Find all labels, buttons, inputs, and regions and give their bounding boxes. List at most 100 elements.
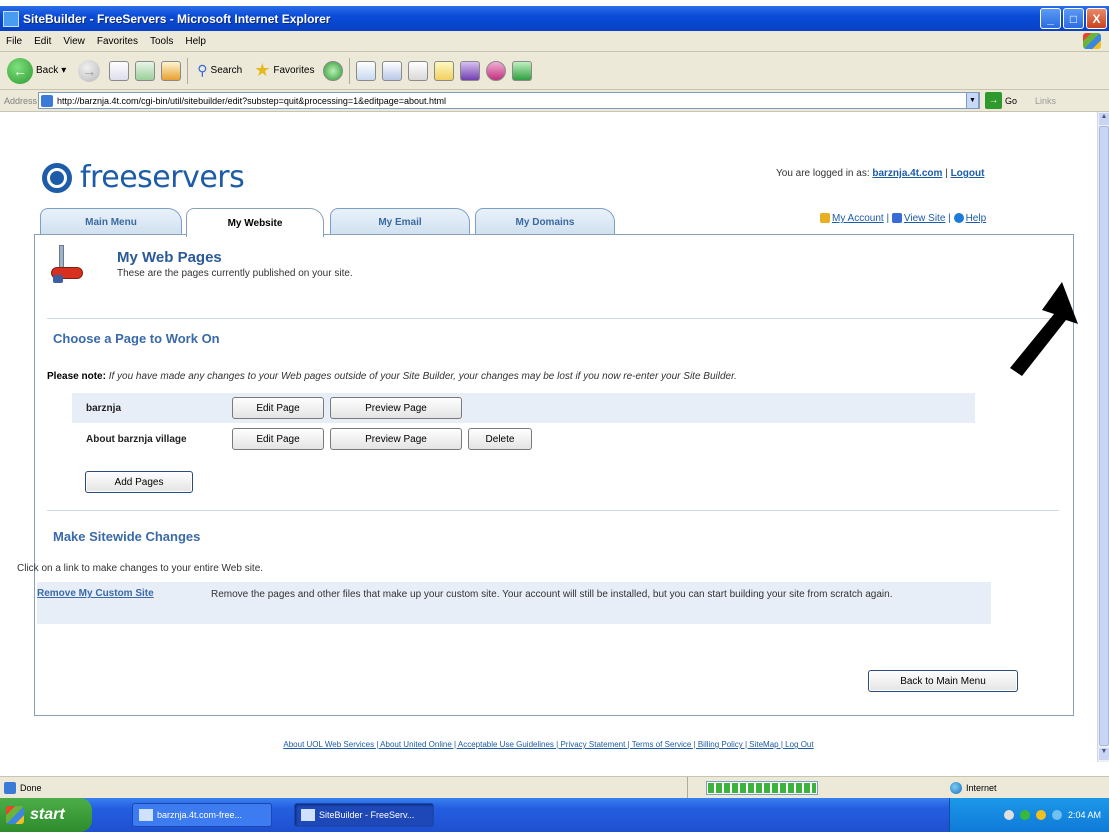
edit-page-button[interactable]: Edit Page <box>232 397 324 419</box>
menu-edit[interactable]: Edit <box>34 36 51 47</box>
search-label: Search <box>210 65 243 76</box>
account-link[interactable]: barznja.4t.com <box>872 168 942 179</box>
url-text: http://barznja.4t.com/cgi-bin/util/siteb… <box>57 95 446 106</box>
toolbar-app-icon[interactable] <box>486 60 507 81</box>
ie-icon <box>301 809 315 821</box>
delete-button[interactable]: Delete <box>468 428 532 450</box>
refresh-icon[interactable] <box>135 60 156 81</box>
note-text: Please note: If you have made any change… <box>47 371 737 382</box>
tray-icon[interactable] <box>1003 810 1014 820</box>
minimize-button[interactable]: _ <box>1040 8 1061 29</box>
menu-view[interactable]: View <box>63 36 85 47</box>
edit-page-button[interactable]: Edit Page <box>232 428 324 450</box>
content-panel: My Web Pages These are the pages current… <box>34 234 1074 716</box>
back-arrow-icon: ← <box>7 57 33 84</box>
security-zone: Internet <box>950 781 997 794</box>
sitewide-description: Click on a link to make changes to your … <box>17 563 264 574</box>
progress-bar <box>706 780 818 795</box>
preview-page-button[interactable]: Preview Page <box>330 428 462 450</box>
forward-arrow-icon: → <box>78 59 101 82</box>
history-icon[interactable] <box>323 60 344 81</box>
note-body: If you have made any changes to your Web… <box>105 371 737 382</box>
separator: | <box>886 213 890 224</box>
edit-icon[interactable] <box>408 60 429 81</box>
menu-tools[interactable]: Tools <box>150 36 173 47</box>
stop-icon[interactable] <box>109 60 130 81</box>
view-site-link[interactable]: View Site <box>904 213 946 224</box>
tray-icon[interactable] <box>1051 810 1062 820</box>
menu-file[interactable]: File <box>6 36 22 47</box>
add-pages-button[interactable]: Add Pages <box>85 471 193 493</box>
taskbar-item[interactable]: barznja.4t.com-free... <box>132 803 272 827</box>
toolbar-separator <box>187 57 189 84</box>
page-viewport: freeservers You are logged in as: barznj… <box>0 112 1097 762</box>
globe-icon <box>950 781 962 794</box>
preview-page-button[interactable]: Preview Page <box>330 397 462 419</box>
remove-site-row: Remove My Custom Site Remove the pages a… <box>37 582 991 624</box>
start-button[interactable]: start <box>0 798 92 832</box>
window-icon <box>139 809 153 821</box>
mail-icon[interactable] <box>356 60 377 81</box>
back-to-main-menu-button[interactable]: Back to Main Menu <box>868 670 1018 692</box>
taskbar-item-label: barznja.4t.com-free... <box>157 810 243 820</box>
menu-favorites[interactable]: Favorites <box>97 36 138 47</box>
tab-my-domains[interactable]: My Domains <box>475 208 615 235</box>
tray-icon[interactable] <box>1019 810 1030 820</box>
chevron-down-icon: ▾ <box>61 65 67 76</box>
home-icon[interactable] <box>161 60 182 81</box>
footer-links[interactable]: About UOL Web Services | About United On… <box>0 740 1097 749</box>
login-status: You are logged in as: barznja.4t.com | L… <box>776 168 984 179</box>
taskbar: start barznja.4t.com-free... SiteBuilder… <box>0 798 1109 832</box>
top-links: My Account | View Site | Help <box>820 213 986 224</box>
favorites-button[interactable]: ★ Favorites <box>251 58 317 83</box>
note-label: Please note: <box>47 371 106 382</box>
my-account-link[interactable]: My Account <box>832 213 884 224</box>
tab-main-menu[interactable]: Main Menu <box>40 208 182 235</box>
forward-button[interactable]: → <box>75 58 103 84</box>
money-icon[interactable] <box>512 60 533 81</box>
tray-icon[interactable] <box>1035 810 1046 820</box>
address-label: Address <box>4 95 38 106</box>
back-button[interactable]: ← Back ▾ <box>4 56 69 86</box>
maximize-button[interactable]: □ <box>1063 8 1084 29</box>
toolbar-separator <box>349 57 351 84</box>
page-name: About barznja village <box>86 433 187 445</box>
paint-roller-icon <box>51 245 85 285</box>
section-title-choose: Choose a Page to Work On <box>53 331 220 346</box>
ie-page-icon <box>4 781 16 794</box>
folder-icon[interactable] <box>434 60 455 81</box>
clock[interactable]: 2:04 AM <box>1068 810 1101 820</box>
window-title-bar[interactable]: SiteBuilder - FreeServers - Microsoft In… <box>0 6 1109 31</box>
menu-help[interactable]: Help <box>185 36 206 47</box>
chevron-down-icon[interactable]: ▼ <box>966 92 979 109</box>
close-button[interactable]: X <box>1086 8 1107 29</box>
freeservers-logo[interactable]: freeservers <box>42 160 245 195</box>
help-link[interactable]: Help <box>966 213 987 224</box>
tab-my-email[interactable]: My Email <box>330 208 470 235</box>
window-title: SiteBuilder - FreeServers - Microsoft In… <box>23 11 331 26</box>
menu-bar: File Edit View Favorites Tools Help <box>0 31 1109 52</box>
tab-my-website[interactable]: My Website <box>186 208 324 237</box>
status-bar: Done Internet <box>0 776 1109 798</box>
view-site-icon <box>891 213 902 224</box>
scroll-down-icon[interactable]: ▼ <box>1099 748 1109 760</box>
search-button[interactable]: ⚲ Search <box>194 60 245 81</box>
system-tray: 2:04 AM <box>949 798 1109 832</box>
page-name: barznja <box>86 402 122 414</box>
vertical-scrollbar[interactable]: ▲ ▼ <box>1097 112 1109 762</box>
taskbar-item-label: SiteBuilder - FreeServ... <box>319 810 415 820</box>
scroll-up-icon[interactable]: ▲ <box>1099 113 1109 125</box>
url-input[interactable]: http://barznja.4t.com/cgi-bin/util/siteb… <box>38 92 980 109</box>
print-icon[interactable] <box>382 60 403 81</box>
logout-link[interactable]: Logout <box>951 168 985 179</box>
links-label[interactable]: Links <box>1035 96 1056 106</box>
page-subtitle: These are the pages currently published … <box>117 268 353 279</box>
go-button[interactable]: → Go <box>985 92 1017 109</box>
remove-site-description: Remove the pages and other files that ma… <box>211 589 893 600</box>
taskbar-item-active[interactable]: SiteBuilder - FreeServ... <box>294 803 434 827</box>
scrollbar-thumb[interactable] <box>1099 126 1109 746</box>
remove-custom-site-link[interactable]: Remove My Custom Site <box>37 588 154 599</box>
account-icon <box>820 213 830 224</box>
messenger-icon[interactable] <box>460 60 481 81</box>
go-label: Go <box>1005 95 1018 106</box>
